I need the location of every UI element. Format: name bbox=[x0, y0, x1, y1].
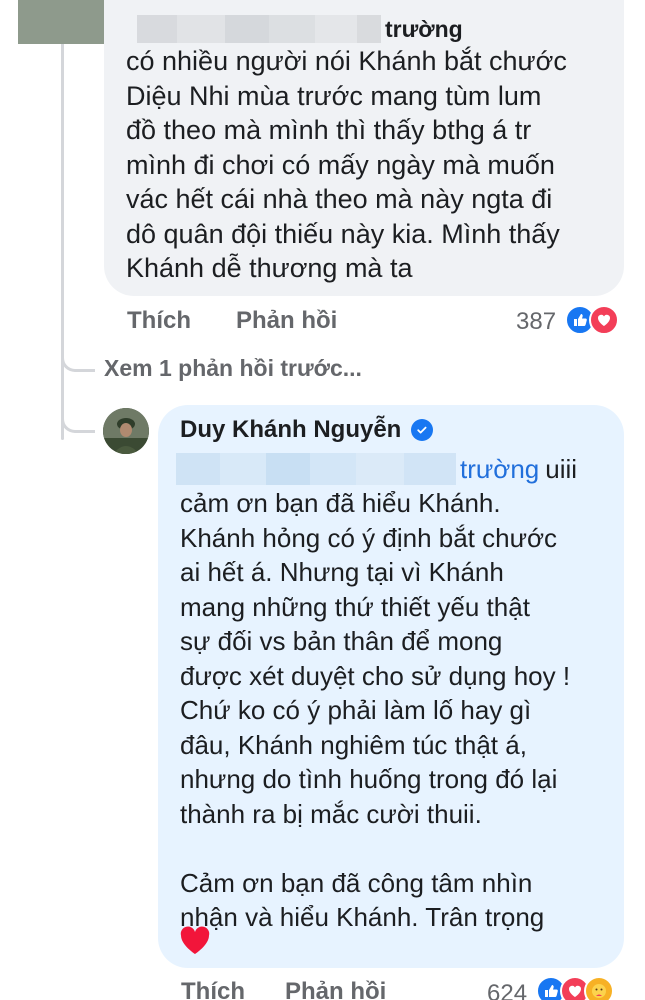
reply-author[interactable]: Duy Khánh Nguyễn bbox=[180, 416, 434, 444]
reply-button[interactable]: Phản hồi bbox=[285, 978, 386, 1000]
reply-actions: Thích Phản hồi bbox=[181, 978, 386, 1000]
comment-line: Khánh dễ thương mà ta bbox=[126, 253, 413, 283]
redacted-name bbox=[137, 15, 381, 43]
commenter-avatar[interactable] bbox=[18, 0, 104, 44]
comment-line: có nhiều người nói Khánh bắt chước bbox=[126, 46, 567, 76]
comment-line: mình đi chơi có mấy ngày mà muốn bbox=[126, 149, 555, 180]
mention-line: trường uiii bbox=[176, 451, 577, 487]
reaction-count[interactable]: 387 bbox=[516, 308, 556, 336]
reaction-icons[interactable] bbox=[565, 305, 619, 335]
thread-connector bbox=[61, 395, 95, 433]
author-name[interactable]: Duy Khánh Nguyễn bbox=[180, 416, 401, 444]
redacted-name bbox=[176, 453, 456, 485]
like-button[interactable]: Thích bbox=[127, 307, 191, 335]
comment-line: Diệu Nhi mùa trước mang tùm lum bbox=[126, 80, 542, 111]
comment-line: đồ theo mà mình thì thấy bthg á tr bbox=[126, 115, 532, 145]
comment-text: có nhiều người nói Khánh bắt chước Diệu … bbox=[126, 44, 616, 286]
reply-button[interactable]: Phản hồi bbox=[236, 307, 337, 335]
love-icon bbox=[589, 305, 619, 335]
reaction-count[interactable]: 624 bbox=[487, 980, 527, 1000]
comment-line: vác hết cái nhà theo mà này ngta đi bbox=[126, 184, 553, 214]
comment-author[interactable]: trường bbox=[137, 14, 463, 44]
thread-connector bbox=[61, 340, 95, 372]
care-icon bbox=[584, 976, 614, 1000]
reply-text: cảm ơn bạn đã hiểu Khánh. Khánh hỏng có … bbox=[180, 488, 571, 932]
verified-badge-icon bbox=[411, 419, 434, 441]
reaction-icons[interactable] bbox=[536, 976, 614, 1000]
view-previous-replies[interactable]: Xem 1 phản hồi trước... bbox=[104, 355, 362, 382]
thread-line bbox=[61, 0, 64, 440]
comment-line: dô quân đội thiếu này kia. Mình thấy bbox=[126, 218, 560, 249]
comment-actions: Thích Phản hồi bbox=[127, 307, 337, 335]
like-button[interactable]: Thích bbox=[181, 978, 245, 1000]
mention-tag[interactable]: trường bbox=[460, 454, 539, 485]
heart-emoji-icon bbox=[179, 926, 211, 956]
avatar[interactable] bbox=[103, 408, 149, 454]
mention-suffix: uiii bbox=[545, 453, 578, 484]
author-name-suffix: trường bbox=[385, 15, 463, 42]
